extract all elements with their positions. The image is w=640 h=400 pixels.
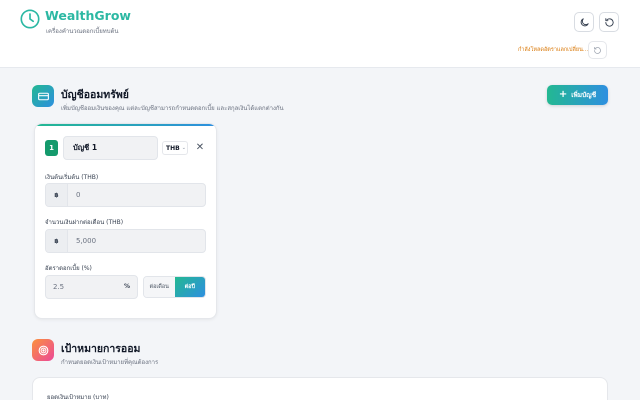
- interest-rate-field[interactable]: 2.5 %: [45, 275, 138, 299]
- percent-unit: %: [123, 283, 130, 290]
- target-amount-label: ยอดเงินเป้าหมาย (บาท): [47, 394, 109, 400]
- remove-account-button[interactable]: ✕: [194, 140, 206, 154]
- goal-section-title: เป้าหมายการออม: [61, 343, 141, 355]
- theme-toggle-button[interactable]: [574, 12, 594, 32]
- chevron-down-icon: ⌄: [181, 145, 186, 151]
- plus-icon: +: [558, 89, 568, 100]
- account-number-badge: 1: [45, 140, 58, 156]
- currency-value: THB: [166, 144, 180, 152]
- interest-rate-label: อัตราดอกเบี้ย (%): [45, 265, 92, 272]
- moon-icon: [580, 17, 589, 26]
- initial-principal-label: เงินต้นเริ่มต้น (THB): [45, 174, 99, 181]
- period-option-yearly[interactable]: ต่อปี: [174, 277, 205, 297]
- add-account-label: เพิ่มบัญชี: [571, 91, 597, 99]
- accounts-section-title: บัญชีออมทรัพย์: [61, 89, 129, 101]
- monthly-deposit-field[interactable]: ฿ 5,000: [45, 229, 206, 253]
- goal-section-description: กำหนดยอดเงินเป้าหมายที่คุณต้องการ: [61, 359, 159, 366]
- refresh-icon: [594, 46, 601, 54]
- brand-name: WealthGrow: [45, 8, 131, 23]
- reset-button[interactable]: [599, 12, 619, 32]
- account-name-input[interactable]: บัญชี 1: [63, 136, 158, 160]
- close-icon: ✕: [195, 141, 205, 153]
- goal-card: ยอดเงินเป้าหมาย (บาท): [32, 377, 608, 400]
- card-accent-bar: [35, 124, 216, 126]
- monthly-deposit-value: 5,000: [76, 237, 97, 245]
- currency-select[interactable]: THB ⌄: [162, 141, 188, 155]
- credit-card-icon: [32, 85, 54, 107]
- baht-prefix: ฿: [46, 184, 68, 206]
- refresh-rates-button[interactable]: [588, 41, 607, 59]
- clock-icon: [20, 9, 40, 29]
- target-icon: [32, 339, 54, 361]
- refresh-icon: [604, 17, 614, 27]
- monthly-deposit-label: จำนวนเงินฝากต่อเดือน (THB): [45, 219, 124, 226]
- account-card: 1 บัญชี 1 THB ⌄ ✕ เงินต้นเริ่มต้น (THB) …: [34, 123, 217, 319]
- tagline: เครื่องคำนวณดอกเบี้ยทบต้น: [46, 28, 119, 35]
- initial-principal-field[interactable]: ฿ 0: [45, 183, 206, 207]
- app-header: WealthGrow เครื่องคำนวณดอกเบี้ยทบต้น กำล…: [0, 0, 640, 68]
- rate-period-toggle: ต่อเดือน ต่อปี: [143, 276, 206, 298]
- exchange-rate-status: กำลังโหลดอัตราแลกเปลี่ยน...: [518, 47, 589, 53]
- initial-principal-value: 0: [76, 191, 81, 199]
- add-account-button[interactable]: + เพิ่มบัญชี: [547, 85, 608, 105]
- accounts-section-description: เพิ่มบัญชีออมเงินของคุณ แต่ละบัญชีสามารถ…: [61, 105, 284, 112]
- baht-prefix: ฿: [46, 230, 68, 252]
- period-option-monthly[interactable]: ต่อเดือน: [144, 277, 175, 297]
- interest-rate-value: 2.5: [53, 283, 65, 291]
